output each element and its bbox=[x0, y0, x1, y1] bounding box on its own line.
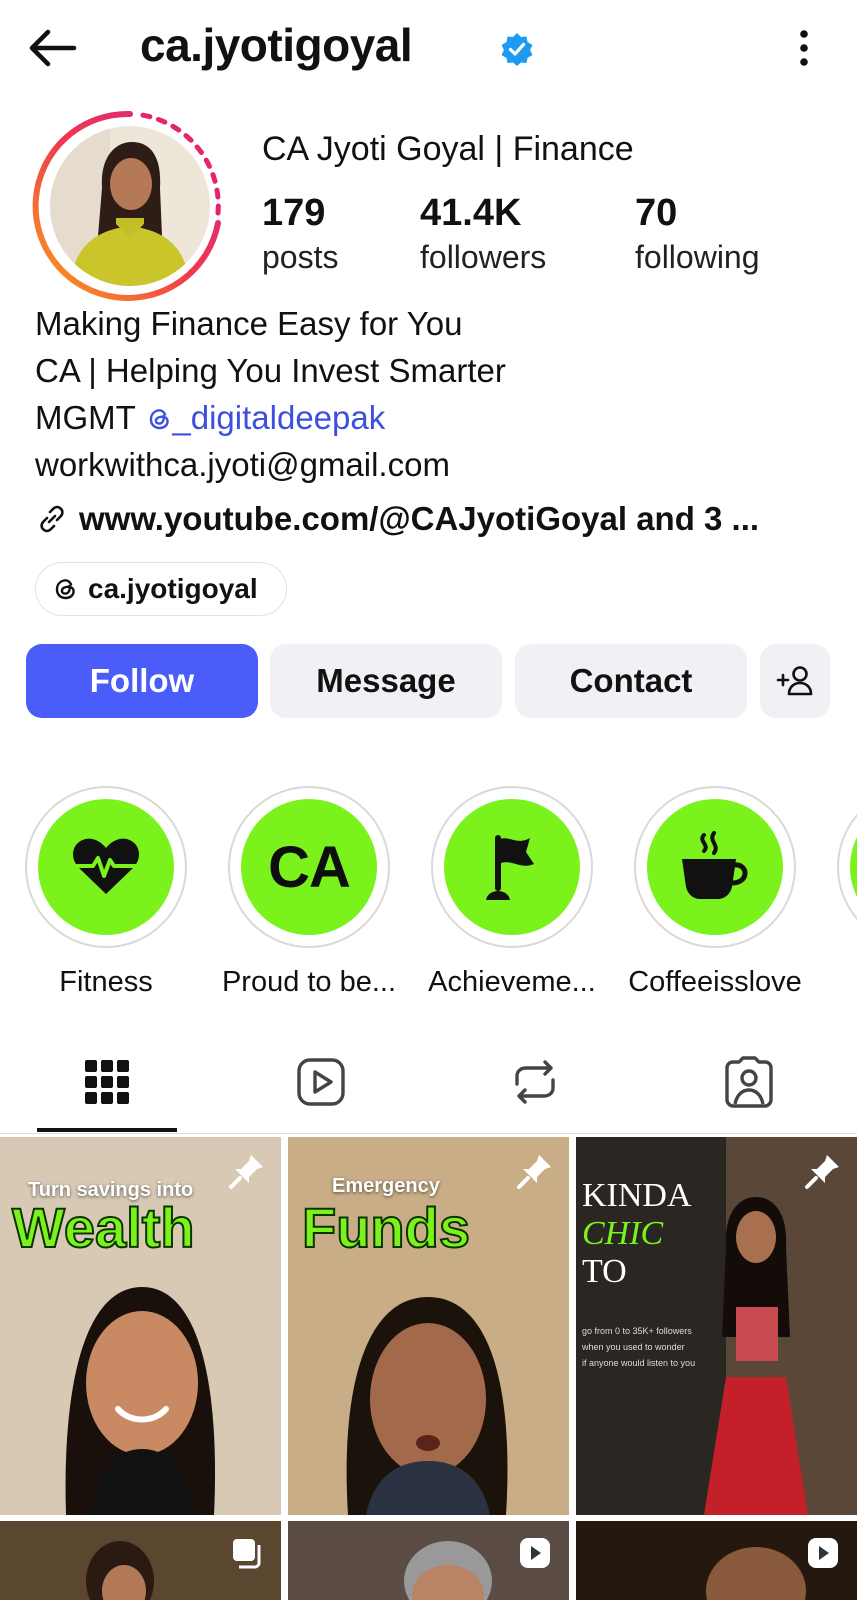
repost-icon[interactable] bbox=[507, 1054, 563, 1110]
post-caption-big: Funds bbox=[301, 1195, 471, 1260]
bio-line: Making Finance Easy for You bbox=[35, 305, 463, 342]
highlight-fitness[interactable]: Fitness bbox=[25, 786, 187, 999]
heart-pulse-icon bbox=[73, 838, 139, 894]
post-title: KINDA CHIC TO bbox=[582, 1177, 692, 1291]
highlight-ring bbox=[634, 786, 796, 948]
highlight-cover bbox=[850, 799, 857, 935]
highlight-label: Coffeeisslove bbox=[628, 966, 802, 998]
threads-icon bbox=[150, 409, 170, 430]
highlight-achievements[interactable]: Achieveme... bbox=[428, 786, 596, 999]
mention-handle: _digitaldeepak bbox=[172, 399, 386, 436]
threads-profile-pill[interactable]: ca.jyotigoyal bbox=[35, 562, 287, 616]
post-tile-kinda-chic[interactable]: KINDA CHIC TO go from 0 to 35K+ follower… bbox=[576, 1137, 857, 1515]
bio-line: CA | Helping You Invest Smarter bbox=[35, 352, 506, 389]
profile-external-link[interactable]: www.youtube.com/@CAJyotiGoyal and 3 ... bbox=[35, 500, 759, 538]
stat-label: followers bbox=[420, 239, 547, 275]
post-tile-emergency-funds[interactable]: Emergency Funds bbox=[288, 1137, 569, 1515]
profile-full-name: CA Jyoti Goyal | Finance bbox=[262, 130, 634, 168]
post-subtitle-line: when you used to wonder bbox=[582, 1342, 685, 1352]
tagged-person-icon[interactable] bbox=[721, 1054, 777, 1110]
post-caption-big: Wealth bbox=[11, 1195, 196, 1260]
grid-icon[interactable] bbox=[79, 1054, 135, 1110]
pinned-icon bbox=[517, 1155, 551, 1189]
highlight-proud-to-be[interactable]: CA Proud to be... bbox=[222, 786, 396, 999]
carousel-icon bbox=[233, 1539, 261, 1569]
profile-bio: Making Finance Easy for You CA | Helping… bbox=[35, 300, 506, 488]
post-tile[interactable] bbox=[576, 1521, 857, 1600]
highlight-cover bbox=[647, 799, 783, 935]
back-arrow-icon[interactable] bbox=[24, 24, 80, 72]
contact-button[interactable]: Contact bbox=[515, 644, 747, 718]
post-subtitle-line: if anyone would listen to you bbox=[582, 1358, 696, 1368]
highlight-ring: CA bbox=[228, 786, 390, 948]
bio-line-mgmt: MGMT _digitaldeepak bbox=[35, 394, 506, 441]
follow-button[interactable]: Follow bbox=[26, 644, 258, 718]
reel-play-icon bbox=[808, 1538, 838, 1568]
stat-value: 179 bbox=[262, 192, 326, 234]
threads-mention-link[interactable]: _digitaldeepak bbox=[144, 399, 385, 436]
post-title-line: TO bbox=[582, 1253, 627, 1290]
stat-label: following bbox=[635, 239, 760, 275]
stat-value: 41.4K bbox=[420, 192, 522, 234]
post-tile[interactable] bbox=[288, 1521, 569, 1600]
highlight-cover bbox=[444, 799, 580, 935]
highlight-cover bbox=[38, 799, 174, 935]
link-chain-icon bbox=[40, 505, 64, 533]
reels-icon[interactable] bbox=[293, 1054, 349, 1110]
post-subtitle-line: go from 0 to 35K+ followers bbox=[582, 1326, 692, 1336]
top-bar: ca.jyotigoyal bbox=[0, 0, 857, 100]
verified-badge-icon bbox=[501, 33, 533, 66]
link-text: www.youtube.com/@CAJyotiGoyal and 3 ... bbox=[79, 500, 760, 537]
threads-handle: ca.jyotigoyal bbox=[88, 573, 258, 604]
pinned-icon bbox=[229, 1155, 263, 1189]
profile-content-tabs bbox=[0, 1038, 857, 1134]
reel-play-icon bbox=[520, 1538, 550, 1568]
more-options-icon[interactable] bbox=[786, 26, 822, 70]
stat-following[interactable]: 70 following bbox=[635, 192, 760, 276]
post-title-line: KINDA bbox=[582, 1177, 692, 1214]
bio-email: workwithca.jyoti@gmail.com bbox=[35, 446, 450, 483]
profile-username: ca.jyotigoyal bbox=[140, 19, 413, 71]
bio-mgmt-prefix: MGMT bbox=[35, 399, 136, 436]
suggested-users-button[interactable] bbox=[760, 644, 830, 718]
highlight-label: Fitness bbox=[59, 966, 153, 998]
highlight-partial[interactable] bbox=[837, 786, 857, 948]
stat-followers[interactable]: 41.4K followers bbox=[420, 192, 546, 276]
highlight-label: Achieveme... bbox=[428, 966, 596, 998]
post-title-line: CHIC bbox=[582, 1215, 664, 1252]
stat-value: 70 bbox=[635, 192, 678, 234]
flag-icon bbox=[486, 835, 534, 900]
pinned-icon bbox=[805, 1155, 839, 1189]
coffee-cup-icon bbox=[682, 831, 748, 899]
avatar bbox=[50, 126, 210, 286]
message-button[interactable]: Message bbox=[270, 644, 502, 718]
post-tile[interactable] bbox=[0, 1521, 281, 1600]
post-subtitle: go from 0 to 35K+ followers when you use… bbox=[582, 1323, 695, 1371]
threads-icon bbox=[55, 579, 75, 600]
post-tile-wealth[interactable]: Turn savings into Wealth bbox=[0, 1137, 281, 1515]
stat-posts[interactable]: 179 posts bbox=[262, 192, 338, 276]
highlight-ring bbox=[25, 786, 187, 948]
stat-label: posts bbox=[262, 239, 339, 275]
profile-avatar-story-ring[interactable] bbox=[32, 108, 228, 304]
ca-text: CA bbox=[268, 834, 351, 900]
highlight-label: Proud to be... bbox=[221, 966, 397, 998]
highlight-cover: CA bbox=[241, 799, 377, 935]
highlight-ring bbox=[431, 786, 593, 948]
active-tab-indicator bbox=[37, 1128, 177, 1132]
highlight-ring bbox=[837, 786, 857, 948]
highlight-coffeeislove[interactable]: Coffeeisslove bbox=[628, 786, 802, 999]
add-person-icon bbox=[776, 666, 813, 696]
